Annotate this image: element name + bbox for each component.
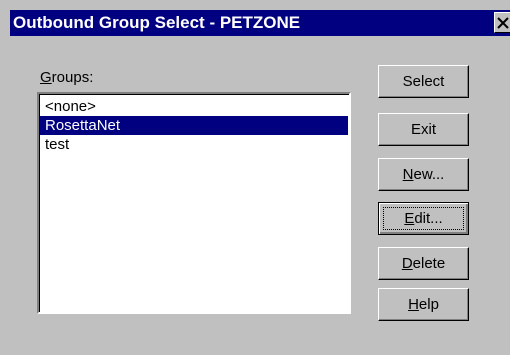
edit-button-label: Edit... — [404, 210, 442, 227]
delete-mnemonic: D — [401, 255, 413, 272]
list-item-rosettanet[interactable]: RosettaNet — [40, 116, 348, 135]
delete-label-rest: elete — [412, 255, 446, 272]
groups-label-mnemonic: G — [40, 69, 52, 86]
groups-listbox[interactable]: <none> RosettaNet test — [37, 92, 351, 314]
help-mnemonic: H — [408, 296, 419, 313]
groups-label-text: roups: — [51, 69, 94, 86]
list-item-test[interactable]: test — [40, 135, 348, 154]
new-mnemonic: N — [402, 166, 414, 183]
new-button-label: New... — [403, 166, 445, 183]
list-item-none[interactable]: <none> — [40, 97, 348, 116]
window-title: Outbound Group Select - PETZONE — [13, 13, 301, 32]
delete-button-label: Delete — [402, 255, 445, 272]
select-button-label: Select — [402, 73, 445, 90]
new-button[interactable]: New... — [378, 158, 469, 191]
select-button[interactable]: Select — [378, 65, 469, 98]
close-button[interactable] — [494, 12, 510, 33]
exit-button[interactable]: Exit — [378, 113, 469, 146]
dialog-window: Outbound Group Select - PETZONE Groups: … — [0, 0, 510, 355]
edit-label-rest: dit... — [414, 210, 443, 227]
help-label-rest: elp — [418, 296, 439, 313]
edit-button[interactable]: Edit... — [378, 202, 469, 235]
title-bar[interactable]: Outbound Group Select - PETZONE — [10, 10, 510, 36]
edit-mnemonic: E — [404, 210, 415, 227]
help-button[interactable]: Help — [378, 288, 469, 321]
groups-label: Groups: — [40, 70, 93, 86]
close-icon — [497, 17, 509, 29]
new-label-rest: ew... — [413, 166, 445, 183]
help-button-label: Help — [408, 296, 439, 313]
delete-button[interactable]: Delete — [378, 247, 469, 280]
exit-button-label: Exit — [410, 121, 436, 138]
